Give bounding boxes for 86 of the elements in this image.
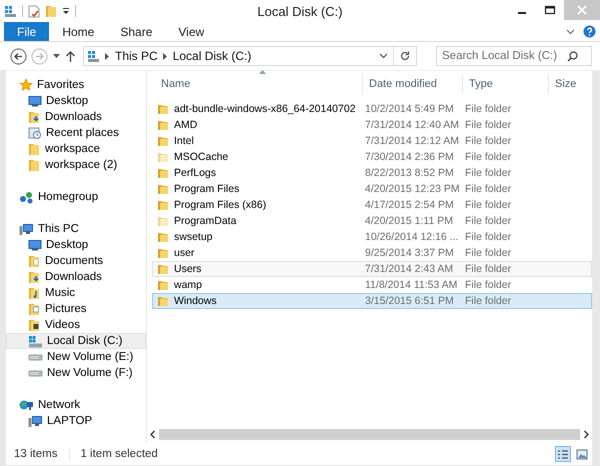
navigation-item[interactable]: Local Disk (C:) [6,333,146,349]
file-name: ProgramData [174,215,236,227]
file-row[interactable]: swsetup 10/26/2014 12:16 ... File folder [152,229,592,245]
navigation-item[interactable]: workspace (2) [6,157,146,173]
file-type: File folder [465,215,512,227]
file-row[interactable]: Program Files 4/20/2015 12:23 PM File folder [152,181,592,197]
navigation-item[interactable]: Recent places [6,125,146,141]
file-row[interactable]: Program Files (x86) 4/17/2015 2:54 PM File folder [152,197,592,213]
column-header[interactable]: Type [463,74,549,94]
file-row[interactable]: user 9/25/2014 3:37 PM File folder [152,245,592,261]
file-row[interactable]: wamp 11/8/2014 11:53 AM File folder [152,277,592,293]
file-row[interactable]: Users 7/31/2014 2:43 AM File folder [152,261,592,277]
file-name: Windows [174,295,217,307]
file-type: File folder [465,151,512,163]
breadcrumb[interactable]: This PC [115,49,158,63]
file-name: Users [174,263,202,275]
file-name: swsetup [174,231,213,243]
date-modified: 7/30/2014 2:36 PM [365,151,454,163]
window-title: Local Disk (C:) [257,4,343,19]
date-modified: 11/8/2014 11:53 AM [365,279,458,291]
file-name: PerfLogs [174,167,216,179]
file-type: File folder [465,279,512,291]
search-field[interactable]: Search Local Disk (C:) [436,46,592,66]
file-menu-button[interactable]: File [4,22,50,41]
navigation-item[interactable]: Music [6,285,146,301]
file-name: AMD [174,119,198,131]
file-name: adt-bundle-windows-x86_64-20140702 [174,103,356,115]
date-modified: 10/26/2014 12:16 ... [365,231,458,243]
column-header[interactable]: Name [155,74,363,94]
file-row[interactable]: PerfLogs 8/22/2013 8:52 PM File folder [152,165,592,181]
navigation-item[interactable]: Desktop [6,93,146,109]
file-row[interactable]: Windows 3/15/2015 6:51 PM File folder [152,293,592,309]
file-type: File folder [465,119,512,131]
file-type: File folder [465,135,512,147]
navigation-item[interactable]: New Volume (F:) [6,365,146,381]
date-modified: 3/15/2015 6:51 PM [365,295,454,307]
date-modified: 9/25/2014 3:37 PM [365,247,454,259]
file-name: Program Files [174,183,240,195]
navigation-item[interactable]: Homegroup [6,189,146,205]
date-modified: 4/20/2015 1:11 PM [365,215,453,227]
navigation-item[interactable]: Downloads [6,109,146,125]
ribbon-tab[interactable]: Home [49,22,108,41]
breadcrumb[interactable]: Local Disk (C:) [172,49,252,63]
file-name: MSOCache [174,151,228,163]
navigation-item[interactable]: Favorites [6,77,146,93]
column-header[interactable]: Date modified [363,74,463,94]
item-count: 13 items [14,448,70,460]
date-modified: 8/22/2013 8:52 PM [365,167,454,179]
navigation-item[interactable]: This PC [6,221,146,237]
file-type: File folder [465,103,512,115]
ribbon-tab[interactable]: View [165,22,218,41]
file-type: File folder [465,247,512,259]
address-bar[interactable]: This PC Local Disk (C:) [83,46,417,66]
file-type: File folder [465,183,512,195]
file-row[interactable]: ProgramData 4/20/2015 1:11 PM File folder [152,213,592,229]
file-name: Intel [174,135,194,147]
navigation-item[interactable]: New Volume (E:) [6,349,146,365]
navigation-item[interactable]: Pictures [6,301,146,317]
navigation-item[interactable]: Documents [6,253,146,269]
navigation-item[interactable]: workspace [6,141,146,157]
file-row[interactable]: Intel 7/31/2014 12:12 AM File folder [152,133,592,149]
file-name: wamp [174,279,202,291]
date-modified: 4/20/2015 12:23 PM [365,183,460,195]
file-type: File folder [465,167,512,179]
file-name: user [174,247,194,259]
file-type: File folder [465,231,512,243]
file-name: Program Files (x86) [174,199,266,211]
file-row[interactable]: MSOCache 7/30/2014 2:36 PM File folder [152,149,592,165]
file-type: File folder [465,295,512,307]
file-row[interactable]: adt-bundle-windows-x86_64-20140702 10/2/2014 5:49 PM File folder [152,101,592,117]
selection-count: 1 item selected [80,448,158,460]
date-modified: 4/17/2015 2:54 PM [365,199,454,211]
ribbon-tab[interactable]: Share [107,22,166,41]
date-modified: 10/2/2014 5:49 PM [365,103,454,115]
date-modified: 7/31/2014 12:40 AM [365,119,459,131]
file-type: File folder [465,263,512,275]
date-modified: 7/31/2014 12:12 AM [365,135,459,147]
navigation-item[interactable]: LAPTOP [6,413,146,429]
navigation-item[interactable]: Videos [6,317,146,333]
navigation-item[interactable]: Desktop [6,237,146,253]
file-type: File folder [465,199,512,211]
navigation-item[interactable]: Downloads [6,269,146,285]
date-modified: 7/31/2014 2:43 AM [365,263,454,275]
column-header[interactable]: Size [549,74,592,94]
file-row[interactable]: AMD 7/31/2014 12:40 AM File folder [152,117,592,133]
navigation-item[interactable]: Network [6,397,146,413]
